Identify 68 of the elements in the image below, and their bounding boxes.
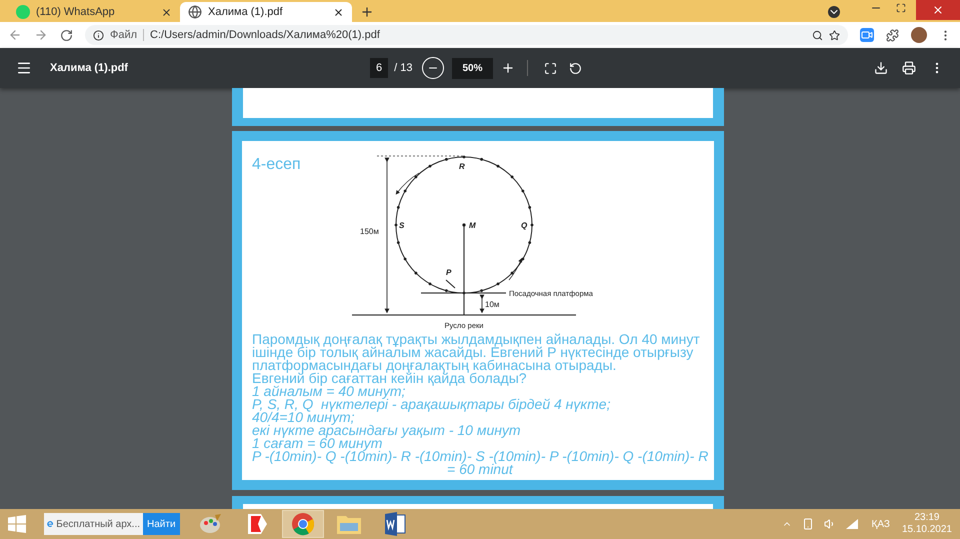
gap-label: 10м [485, 300, 500, 309]
gap-arrow [480, 294, 484, 314]
address-field[interactable]: Файл C:/Users/admin/Downloads/Халима%20(1).pdf [85, 25, 848, 45]
point-label: P [446, 268, 452, 277]
extensions-icon[interactable] [886, 28, 899, 42]
browser-tab[interactable]: (110) WhatsApp [8, 2, 180, 22]
zoom-in-icon[interactable] [500, 61, 514, 75]
bookmark-icon[interactable] [829, 30, 840, 40]
browser-icon [47, 518, 54, 530]
globe-icon [188, 5, 202, 19]
tab-search-icon[interactable] [828, 6, 840, 18]
taskbar-app[interactable] [282, 510, 324, 538]
tab-title: (110) WhatsApp [36, 4, 116, 20]
solution-text: 40/4=10 минут; [252, 411, 355, 424]
print-icon[interactable] [902, 61, 916, 75]
download-icon[interactable] [874, 61, 888, 75]
fit-page-icon[interactable] [544, 62, 556, 74]
word-icon [384, 512, 406, 536]
info-icon [93, 30, 104, 40]
palette-icon [198, 513, 223, 535]
solution-text: = 60 minut [447, 463, 514, 476]
new-tab-icon[interactable] [360, 5, 374, 19]
problem-text: ішінде бір толық айналым жасайды. Евгений Р нүктесінде отырғызу [252, 346, 694, 359]
chrome-icon [290, 512, 315, 536]
browser-tab[interactable]: Халима (1).pdf [180, 2, 352, 22]
zoom-field[interactable]: 50% [452, 58, 492, 78]
problem-text: Паромдық доңғалақ тұрақты жылдамдықпен айналады. Ол 40 минут [252, 333, 701, 346]
maximize-icon[interactable] [896, 3, 906, 13]
solution-text: 1 сағат = 60 минут [252, 437, 382, 450]
zoom-out-icon[interactable] [422, 57, 444, 79]
url-text: C:/Users/admin/Downloads/Халима%20(1).pdf [150, 28, 381, 43]
close-icon[interactable] [333, 6, 344, 18]
reload-icon[interactable] [60, 28, 73, 42]
point-label: R [459, 162, 465, 171]
video-icon[interactable] [860, 28, 874, 42]
solution-text: екі нүкте арасындағы уақыт - 10 минут [252, 424, 522, 437]
problem-text: платформасындағы доңғалақтың кабинасына отырады. [252, 359, 616, 372]
page-field[interactable]: 6 [370, 58, 388, 78]
back-icon[interactable] [8, 28, 22, 42]
solution-text: P, S, R, Q нүктелері - арақашықтары бірдей 4 нүкте; [252, 398, 612, 411]
avatar[interactable] [911, 27, 927, 43]
search-button[interactable]: Найти [143, 513, 180, 535]
scheme-label: Файл [110, 28, 138, 43]
height-label: 150м [360, 227, 379, 236]
clock-time: 23:19 [914, 512, 940, 524]
document-title: Халима (1).pdf [50, 60, 129, 76]
rotate-icon[interactable] [568, 62, 582, 74]
point-label: S [399, 221, 404, 230]
solution-text: 1 айналым = 40 минут; [252, 385, 406, 398]
close-button[interactable] [916, 0, 960, 20]
zoom-icon[interactable] [812, 30, 823, 40]
point-label: Q [521, 221, 528, 230]
page-count: / 13 [394, 60, 412, 76]
task-heading: 4-есеп [252, 155, 302, 175]
close-icon[interactable] [161, 6, 172, 18]
point-label: M [469, 221, 476, 230]
folder-icon [336, 513, 362, 535]
rotation-arrow [508, 258, 522, 280]
problem-text: Евгений бір сағаттан кейін қайда болады? [252, 372, 527, 385]
chat-icon [16, 5, 30, 19]
yandex-icon [246, 512, 268, 536]
rotation-arrow [396, 172, 420, 195]
search-field[interactable]: Бесплатный арх... [44, 513, 143, 535]
clock-date: 15.10.2021 [902, 524, 952, 536]
menu-icon[interactable] [16, 60, 32, 76]
forward-icon[interactable] [34, 28, 48, 42]
close-icon [932, 4, 944, 16]
tab-title: Халима (1).pdf [208, 4, 284, 20]
